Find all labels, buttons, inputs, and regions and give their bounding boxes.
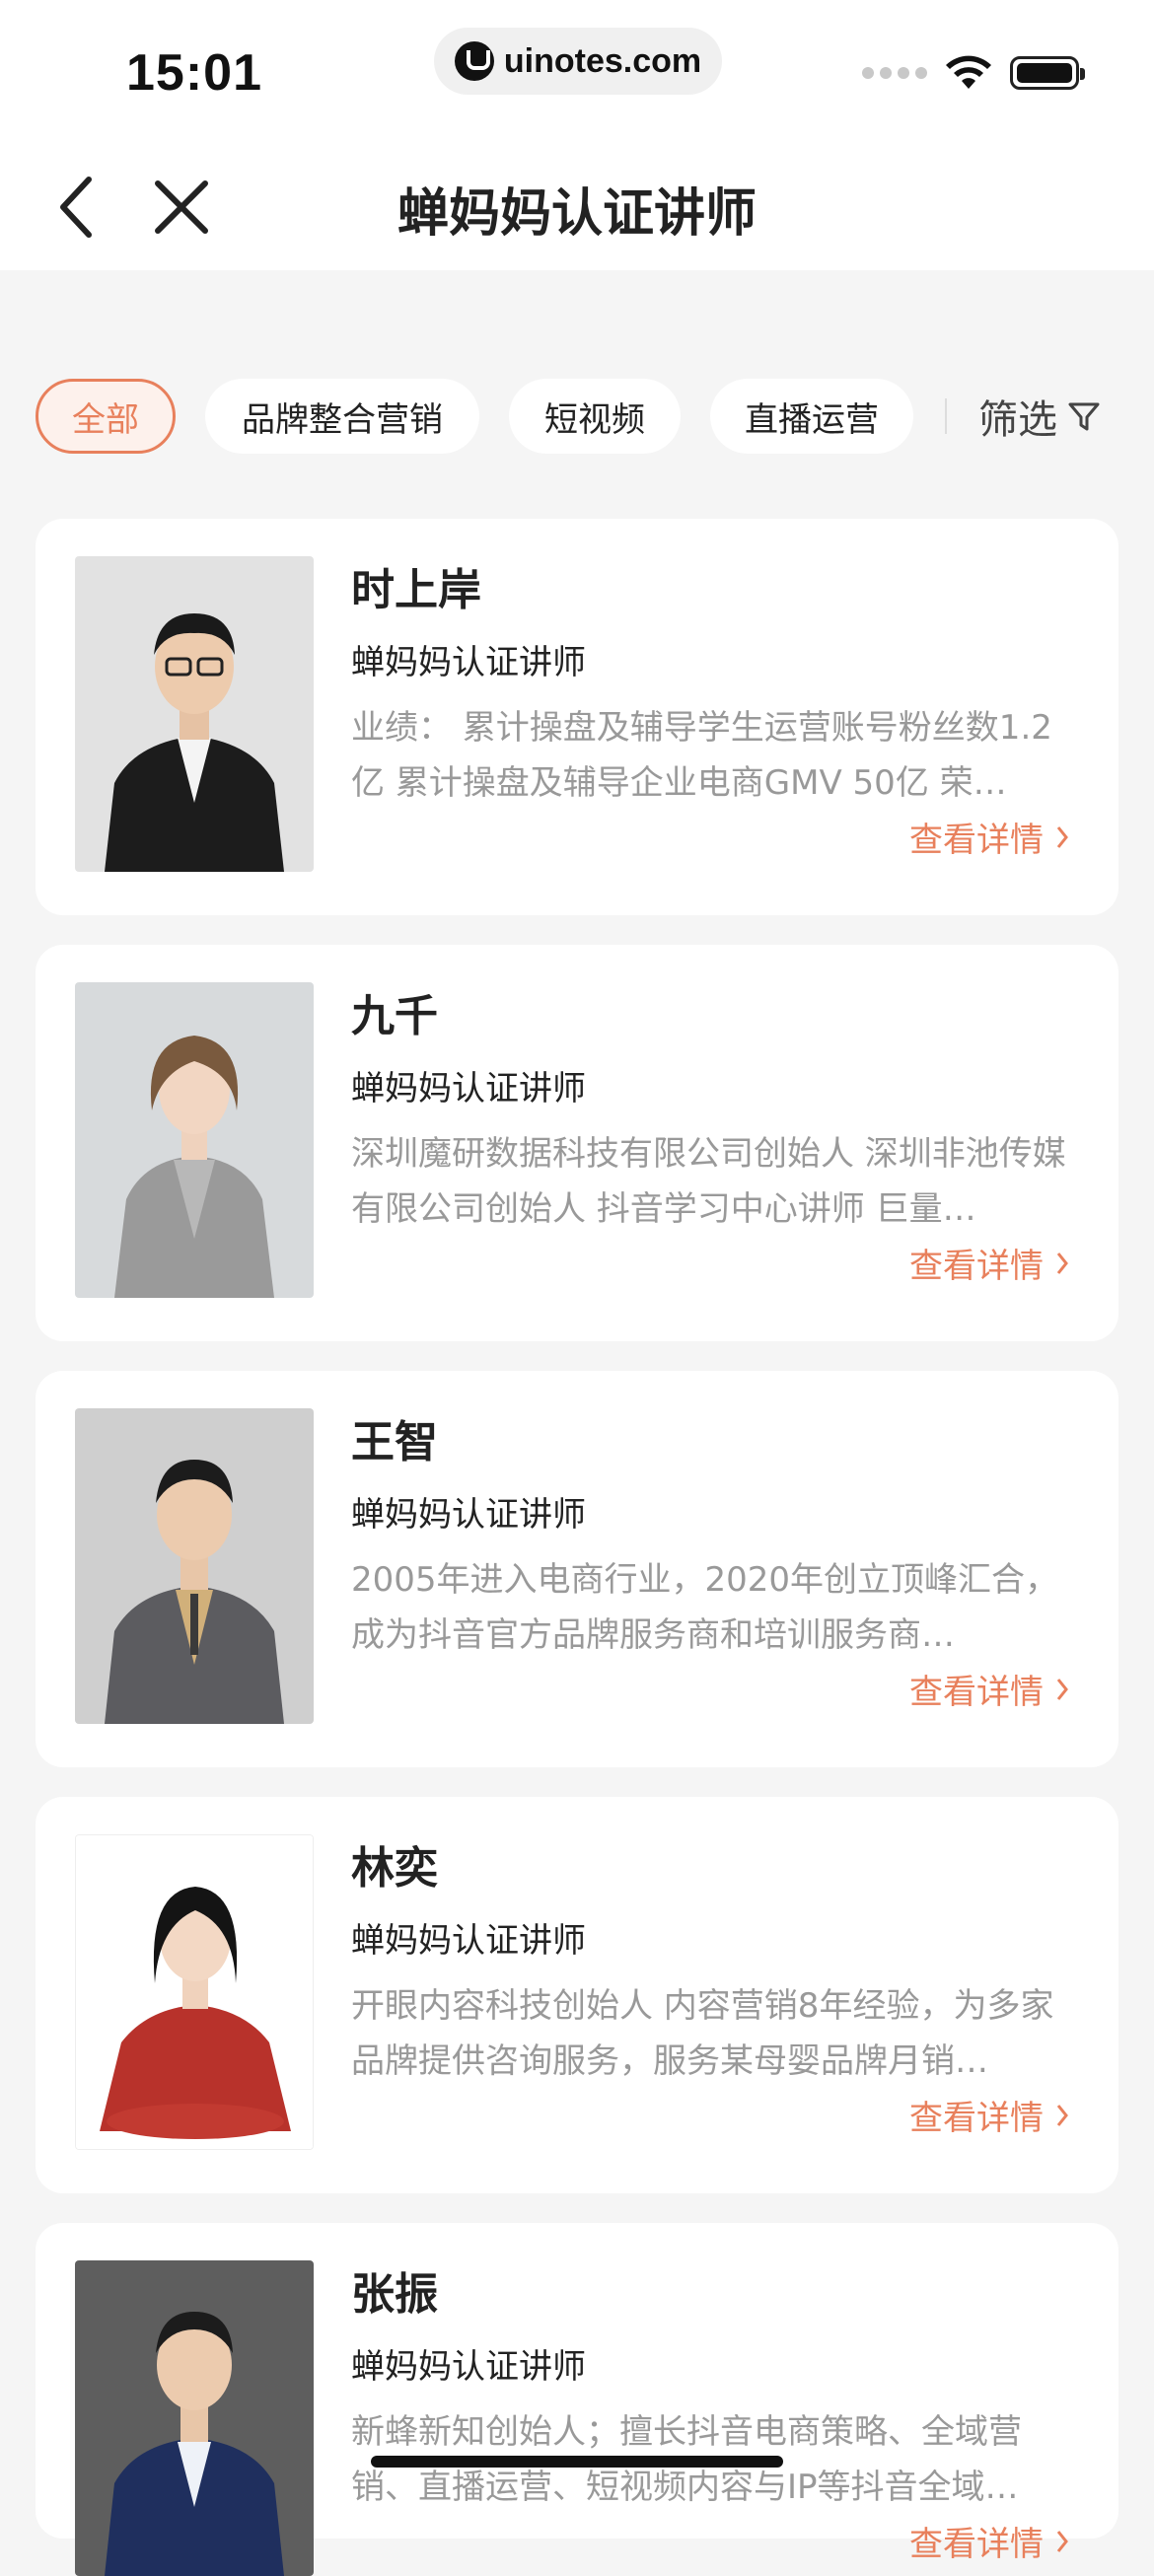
battery-icon xyxy=(1010,56,1085,90)
lecturer-card[interactable]: 林奕 蝉妈妈认证讲师 开眼内容科技创始人 内容营销8年经验，为多家品牌提供咨询服… xyxy=(36,1797,1118,2193)
view-details-link[interactable]: 查看详情 xyxy=(909,2517,1069,2565)
lecturer-title: 蝉妈妈认证讲师 xyxy=(351,2347,586,2387)
home-indicator xyxy=(371,2456,783,2468)
lecturer-photo xyxy=(75,2260,314,2576)
view-details-label: 查看详情 xyxy=(909,821,1044,860)
filter-divider xyxy=(945,398,947,434)
lecturer-title: 蝉妈妈认证讲师 xyxy=(351,1921,586,1961)
chevron-right-icon xyxy=(1056,1678,1068,1700)
nav-bar: 蝉妈妈认证讲师 xyxy=(0,138,1154,270)
view-details-label: 查看详情 xyxy=(909,1673,1044,1712)
filter-button[interactable]: 筛选 xyxy=(978,385,1101,448)
status-icons xyxy=(862,55,1085,91)
lecturer-name: 张振 xyxy=(351,2269,438,2320)
status-time: 15:01 xyxy=(126,44,262,102)
page-title: 蝉妈妈认证讲师 xyxy=(397,184,757,244)
chevron-right-icon xyxy=(1056,2104,1068,2126)
view-details-link[interactable]: 查看详情 xyxy=(909,1239,1069,1287)
lecturer-desc: 深圳魔研数据科技有限公司创始人 深圳非池传媒有限公司创始人 抖音学习中心讲师 巨… xyxy=(351,1134,1066,1229)
site-logo-icon xyxy=(454,41,494,81)
view-details-link[interactable]: 查看详情 xyxy=(909,1665,1069,1713)
signal-icon xyxy=(862,67,927,79)
wifi-icon xyxy=(946,55,991,89)
status-bar: 15:01 uinotes.com xyxy=(0,0,1154,138)
lecturer-name: 时上岸 xyxy=(351,565,481,615)
url-pill[interactable]: uinotes.com xyxy=(434,28,722,95)
filter-label: 筛选 xyxy=(978,397,1057,443)
view-details-label: 查看详情 xyxy=(909,1247,1044,1286)
lecturer-card[interactable]: 张振 蝉妈妈认证讲师 新蜂新知创始人；擅长抖音电商策略、全域营销、直播运营、短视… xyxy=(36,2223,1118,2576)
chevron-right-icon xyxy=(1056,2530,1068,2552)
lecturer-title: 蝉妈妈认证讲师 xyxy=(351,1069,586,1109)
lecturer-desc: 开眼内容科技创始人 内容营销8年经验，为多家品牌提供咨询服务，服务某母婴品牌月销… xyxy=(351,1986,1054,2081)
lecturer-photo xyxy=(75,1834,314,2150)
chevron-right-icon xyxy=(1056,1252,1068,1274)
lecturer-title: 蝉妈妈认证讲师 xyxy=(351,643,586,682)
filter-chip-all[interactable]: 全部 xyxy=(36,379,176,454)
view-details-label: 查看详情 xyxy=(909,2099,1044,2138)
lecturer-desc: 业绩： 累计操盘及辅导学生运营账号粉丝数1.2亿 累计操盘及辅导企业电商GMV … xyxy=(351,708,1052,803)
lecturer-photo xyxy=(75,556,314,872)
lecturer-name: 林奕 xyxy=(351,1843,438,1894)
filter-chip-short-video[interactable]: 短视频 xyxy=(509,379,681,454)
filter-chip-brand-marketing[interactable]: 品牌整合营销 xyxy=(205,379,479,454)
view-details-link[interactable]: 查看详情 xyxy=(909,813,1069,861)
lecturer-photo xyxy=(75,982,314,1298)
lecturer-title: 蝉妈妈认证讲师 xyxy=(351,1495,586,1535)
view-details-label: 查看详情 xyxy=(909,2525,1044,2564)
lecturer-photo xyxy=(75,1408,314,1724)
lecturer-card[interactable]: 九千 蝉妈妈认证讲师 深圳魔研数据科技有限公司创始人 深圳非池传媒有限公司创始人… xyxy=(36,945,1118,1341)
lecturer-card[interactable]: 时上岸 蝉妈妈认证讲师 业绩： 累计操盘及辅导学生运营账号粉丝数1.2亿 累计操… xyxy=(36,519,1118,915)
lecturer-card[interactable]: 王智 蝉妈妈认证讲师 2005年进入电商行业，2020年创立顶峰汇合，成为抖音官… xyxy=(36,1371,1118,1767)
lecturer-name: 王智 xyxy=(351,1417,438,1467)
lecturer-name: 九千 xyxy=(351,991,438,1041)
filter-chip-live-ops[interactable]: 直播运营 xyxy=(710,379,913,454)
filter-bar: 全部 品牌整合营销 短视频 直播运营 筛选 xyxy=(0,365,1154,467)
lecturer-desc: 2005年进入电商行业，2020年创立顶峰汇合，成为抖音官方品牌服务商和培训服务… xyxy=(351,1560,1059,1655)
funnel-icon xyxy=(1068,402,1100,431)
view-details-link[interactable]: 查看详情 xyxy=(909,2091,1069,2139)
chevron-right-icon xyxy=(1056,825,1068,848)
url-text: uinotes.com xyxy=(503,41,702,80)
